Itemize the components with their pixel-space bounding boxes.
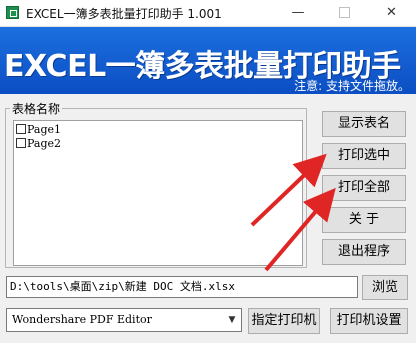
printer-select-value: Wondershare PDF Editor (12, 313, 152, 326)
printer-settings-button[interactable]: 打印机设置 (330, 308, 408, 334)
arrow-to-print-selected (250, 153, 327, 227)
browse-button[interactable]: 浏览 (362, 275, 408, 300)
chevron-down-icon[interactable]: ▼ (223, 309, 241, 331)
file-path-input[interactable]: D:\tools\桌面\zip\新建 DOC 文档.xlsx (6, 276, 358, 298)
set-printer-button[interactable]: 指定打印机 (248, 308, 320, 334)
printer-select[interactable]: Wondershare PDF Editor ▼ (6, 308, 242, 332)
arrow-to-print-all (264, 187, 336, 272)
